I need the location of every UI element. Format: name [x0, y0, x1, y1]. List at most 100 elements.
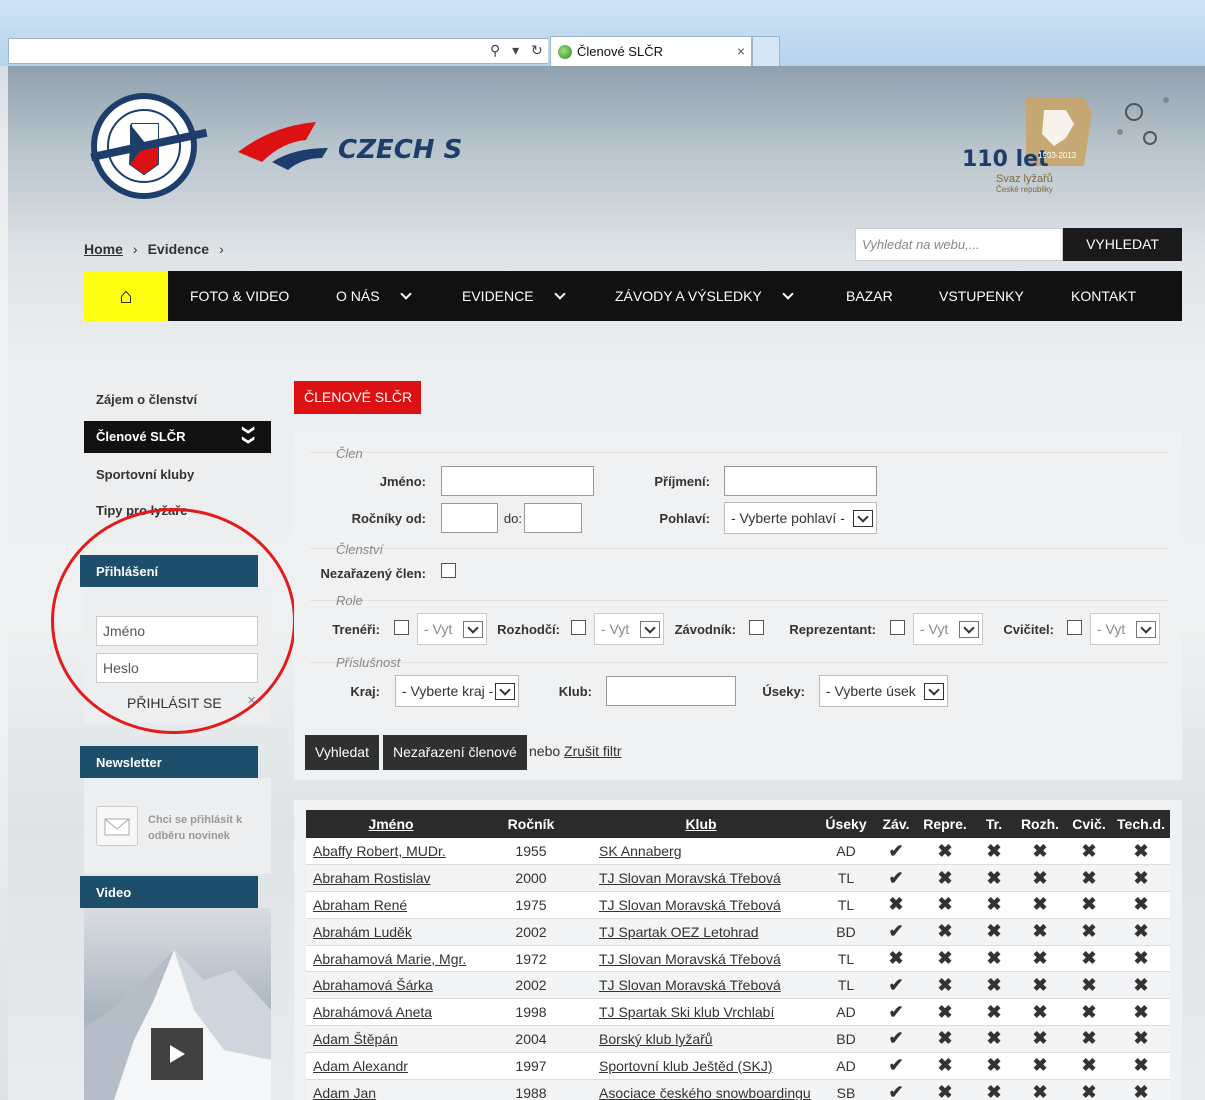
cross-icon: ✖ [937, 1082, 953, 1100]
table-row: Abrahamová Šárka 2002 TJ Slovan Moravská T… [306, 971, 1170, 1000]
member-name-link[interactable]: Adam Alexandr [306, 1058, 408, 1074]
cross-icon: ✖ [1081, 1082, 1097, 1100]
sidebar-item-label: Členové SLČR [96, 429, 186, 444]
col-jmeno[interactable]: Jméno [306, 810, 476, 838]
member-year: 1972 [515, 950, 547, 967]
member-club-link[interactable]: Borský klub lyžařů [586, 1031, 713, 1047]
member-name-link[interactable]: Abrahamová Šárka [306, 977, 433, 993]
breadcrumb-home-link[interactable]: Home [84, 241, 123, 257]
search-button[interactable]: Vyhledat [305, 735, 379, 770]
nav-item-evidence[interactable]: EVIDENCE [462, 288, 566, 304]
cvicitel-select[interactable]: - Vyt [1090, 613, 1160, 645]
treneri-select[interactable]: - Vyt [417, 613, 487, 645]
newsletter-text[interactable]: Chci se přihlásit k odběru novinek [148, 812, 258, 844]
member-name-link[interactable]: Abraham René [306, 897, 407, 913]
member-section: TL [837, 870, 855, 887]
rozhodci-checkbox[interactable] [571, 620, 586, 635]
address-bar[interactable] [8, 38, 548, 64]
kraj-select[interactable]: - Vyberte kraj - [395, 675, 519, 707]
member-club-link[interactable]: Sportovní klub Ještěd (SKJ) [586, 1058, 773, 1074]
cross-icon: ✖ [986, 1082, 1002, 1100]
label-useky: Úseky: [762, 684, 805, 699]
address-controls[interactable]: ⚲ ▾ ↻ [490, 42, 547, 59]
cross-icon: ✖ [1081, 894, 1097, 915]
member-club-link[interactable]: TJ Slovan Moravská Třebová [586, 977, 781, 993]
breadcrumb-current[interactable]: Evidence [148, 241, 209, 257]
nezarazeny-checkbox[interactable] [441, 563, 456, 578]
table-row: Adam Jan 1988 Asociace českého snowboardin… [306, 1079, 1170, 1100]
klub-input[interactable] [606, 676, 736, 706]
sidebar-item-kluby[interactable]: Sportovní kluby [96, 467, 194, 482]
member-club-link[interactable]: Asociace českého snowboardingu [586, 1085, 811, 1100]
cross-icon: ✖ [986, 894, 1002, 915]
rocnik-od-input[interactable] [441, 503, 498, 533]
rozhodci-select[interactable]: - Vyt [594, 613, 664, 645]
member-club-link[interactable]: SK Annaberg [586, 843, 682, 859]
col-klub[interactable]: Klub [586, 810, 816, 838]
nav-item-zavody[interactable]: ZÁVODY A VÝSLEDKY [615, 288, 794, 304]
slcr-seal-logo[interactable] [82, 90, 212, 202]
col-rozh: Rozh. [1014, 810, 1066, 838]
member-club-link[interactable]: TJ Spartak Ski klub Vrchlabí [586, 1004, 774, 1020]
nav-item-vstupenky[interactable]: VSTUPENKY [939, 288, 1024, 304]
cross-icon: ✖ [1032, 1055, 1048, 1076]
sidebar-item-clenove[interactable]: Členové SLČR ❯❯ [84, 421, 271, 453]
member-name-link[interactable]: Adam Jan [306, 1085, 376, 1100]
member-section: BD [836, 1030, 856, 1047]
cross-icon: ✖ [937, 921, 953, 942]
prijmeni-input[interactable] [724, 466, 877, 496]
select-value: - Vyt [601, 621, 630, 637]
pohlavi-select[interactable]: - Vyberte pohlaví - [724, 502, 877, 534]
cross-icon: ✖ [986, 840, 1002, 861]
member-name-link[interactable]: Abraham Rostislav [306, 870, 431, 886]
rocnik-do-input[interactable] [524, 503, 582, 533]
cvicitel-checkbox[interactable] [1067, 620, 1082, 635]
member-year: 2002 [515, 977, 547, 994]
cross-icon: ✖ [1032, 894, 1048, 915]
member-club-link[interactable]: TJ Spartak OEZ Letohrad [586, 924, 759, 940]
cross-icon: ✖ [1081, 921, 1097, 942]
member-name-link[interactable]: Adam Štěpán [306, 1031, 398, 1047]
member-name-link[interactable]: Abrahámová Aneta [306, 1004, 432, 1020]
jmeno-input[interactable] [441, 466, 594, 496]
member-club-link[interactable]: TJ Slovan Moravská Třebová [586, 951, 781, 967]
play-button[interactable] [151, 1028, 203, 1080]
reprezentant-select[interactable]: - Vyt [913, 613, 983, 645]
nav-item-kontakt[interactable]: KONTAKT [1071, 288, 1136, 304]
reprezentant-checkbox[interactable] [890, 620, 905, 635]
nav-item-bazar[interactable]: BAZAR [846, 288, 893, 304]
nav-home-button[interactable]: ⌂ [84, 271, 168, 321]
nav-item-o-nas[interactable]: O NÁS [336, 288, 412, 304]
table-row: Abrahám Luděk 2002 TJ Spartak OEZ Letohrad… [306, 918, 1170, 946]
new-tab-button[interactable] [752, 36, 780, 66]
site-search-button[interactable]: VYHLEDAT [1063, 228, 1182, 261]
cross-icon: ✖ [1081, 948, 1097, 969]
member-name-link[interactable]: Abrahamová Marie, Mgr. [306, 951, 466, 967]
cancel-filter-link[interactable]: Zrušit filtr [564, 743, 622, 759]
member-club-link[interactable]: TJ Slovan Moravská Třebová [586, 870, 781, 886]
select-value: - Vyberte pohlaví - [731, 510, 845, 526]
nav-item-foto-video[interactable]: FOTO & VIDEO [190, 288, 289, 304]
member-name-link[interactable]: Abaffy Robert, MUDr. [306, 843, 446, 859]
member-club-link[interactable]: TJ Slovan Moravská Třebová [586, 897, 781, 913]
cross-icon: ✖ [937, 894, 953, 915]
tab-close-icon[interactable]: × [737, 43, 745, 59]
member-name-link[interactable]: Abrahám Luděk [306, 924, 412, 940]
cross-icon: ✖ [1133, 948, 1149, 969]
chevron-down-icon [1136, 621, 1156, 638]
member-section: TL [837, 896, 855, 913]
browser-tab[interactable]: Členové SLČR × [550, 36, 752, 66]
treneri-checkbox[interactable] [394, 620, 409, 635]
member-year: 2000 [515, 870, 547, 887]
member-year: 1998 [515, 1004, 547, 1021]
site-search-input[interactable]: Vyhledat na webu,... [855, 228, 1063, 261]
check-icon: ✔ [888, 840, 904, 861]
cross-icon: ✖ [1081, 1028, 1097, 1049]
sidebar-item-zajem[interactable]: Zájem o členství [96, 392, 197, 407]
label-pohlavi: Pohlaví: [659, 511, 710, 526]
czech-ski-logo[interactable]: CZECH SKI [232, 118, 462, 172]
useky-select[interactable]: - Vyberte úsek [819, 675, 948, 707]
envelope-icon[interactable] [96, 806, 138, 846]
zavodnik-checkbox[interactable] [749, 620, 764, 635]
unassigned-members-button[interactable]: Nezařazení členové [383, 735, 527, 770]
